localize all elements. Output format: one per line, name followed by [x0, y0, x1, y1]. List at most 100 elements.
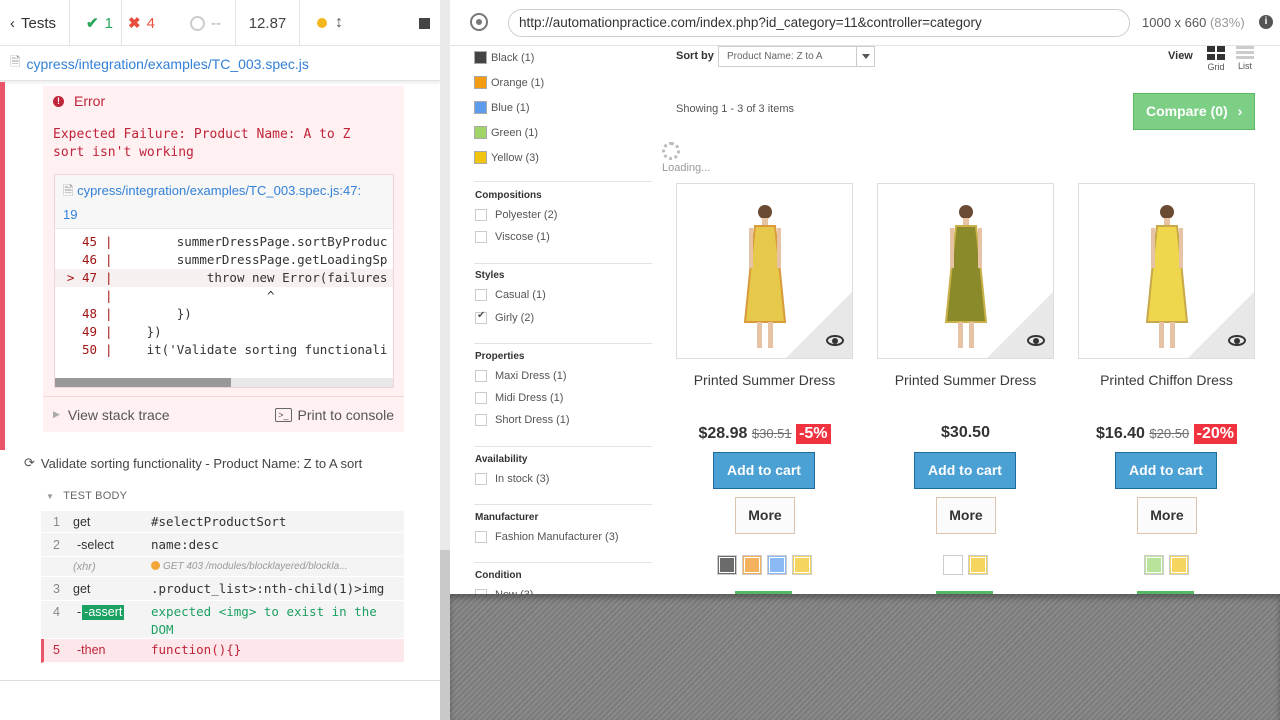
resizer-handle[interactable] — [440, 550, 450, 720]
color-filter-1[interactable]: Orange (1) — [474, 76, 544, 89]
checkbox[interactable] — [475, 370, 487, 382]
code-frame-scrollbar[interactable] — [55, 378, 393, 387]
filter-checkbox-row[interactable]: Viscose (1) — [475, 231, 550, 243]
test-body-header[interactable]: ▼ TEST BODY — [46, 490, 127, 502]
color-option[interactable] — [968, 555, 988, 575]
checkbox[interactable] — [475, 392, 487, 404]
command-message: GET 403 /modules/blocklayered/blockla... — [151, 557, 401, 577]
product-image[interactable] — [1078, 183, 1255, 359]
color-filter-label: Black (1) — [491, 51, 535, 64]
eye-pupil — [1033, 338, 1039, 344]
color-option[interactable] — [1144, 555, 1164, 575]
check-icon: ✔ — [86, 15, 99, 32]
product-price: $28.98 — [698, 425, 748, 442]
scroll-toggle[interactable]: ↕ — [300, 0, 360, 46]
view-list-button[interactable]: List — [1230, 46, 1260, 71]
add-to-cart-button[interactable]: Add to cart — [1115, 452, 1217, 489]
filter-checkbox-row[interactable]: Fashion Manufacturer (3) — [475, 531, 619, 543]
color-option[interactable] — [943, 555, 963, 575]
code-frame-file-link[interactable]: 🗎 cypress/integration/examples/TC_003.sp… — [55, 175, 393, 229]
command-row[interactable]: 3 get .product_list>:nth-child(1)>img — [41, 577, 404, 601]
command-row[interactable]: 2 -select name:desc — [41, 533, 404, 557]
filter-checkbox-row[interactable]: In stock (3) — [475, 473, 549, 485]
view-stack-trace-label: View stack trace — [67, 406, 170, 423]
color-option[interactable] — [792, 555, 812, 575]
failed-count[interactable]: ✖ 4 — [122, 0, 174, 46]
filter-checkbox-row[interactable]: ✔ Girly (2) — [475, 310, 534, 324]
checkbox[interactable] — [475, 531, 487, 543]
selector-playground-icon[interactable] — [470, 13, 488, 31]
checkbox[interactable]: ✔ — [475, 310, 487, 324]
checkbox[interactable] — [475, 414, 487, 426]
code-line: 45 | summerDressPage.sortByProduc — [55, 233, 393, 251]
checkbox[interactable] — [475, 473, 487, 485]
duration: 12.87 — [236, 0, 300, 46]
url-bar[interactable]: http://automationpractice.com/index.php?… — [508, 9, 1130, 37]
code-line-text: ^ — [116, 288, 275, 303]
add-to-cart-button[interactable]: Add to cart — [914, 452, 1016, 489]
more-button[interactable]: More — [936, 497, 996, 534]
more-button[interactable]: More — [1137, 497, 1197, 534]
panel-resizer[interactable] — [440, 0, 450, 720]
filter-checkbox-row[interactable]: Short Dress (1) — [475, 414, 570, 426]
quick-view-eye-icon[interactable] — [1027, 335, 1045, 346]
filter-checkbox-row[interactable]: Casual (1) — [475, 289, 546, 301]
sort-select[interactable]: Product Name: Z to A — [718, 46, 875, 67]
test-title[interactable]: ⟳ Validate sorting functionality - Produ… — [24, 455, 362, 471]
product-name[interactable]: Printed Summer Dress — [676, 372, 853, 388]
product-name[interactable]: Printed Chiffon Dress — [1078, 372, 1255, 388]
file-icon: 🗎 — [10, 53, 21, 69]
info-icon[interactable]: i — [1259, 15, 1273, 29]
filter-option-label: Maxi Dress (1) — [495, 370, 567, 382]
checkbox[interactable] — [475, 209, 487, 221]
color-option[interactable] — [742, 555, 762, 575]
file-icon: 🗎 — [63, 183, 74, 198]
viewport-size: 1000 x 660 (83%) — [1142, 15, 1245, 30]
filter-checkbox-row[interactable]: Midi Dress (1) — [475, 392, 563, 404]
command-list: 1 get #selectProductSort 2 -select name:… — [41, 511, 404, 663]
color-options — [1078, 555, 1255, 575]
color-swatch — [474, 126, 487, 139]
color-filter-0[interactable]: Black (1) — [474, 51, 534, 64]
command-row-xhr[interactable]: (xhr) GET 403 /modules/blocklayered/bloc… — [41, 557, 404, 577]
quick-view-eye-icon[interactable] — [1228, 335, 1246, 346]
filter-divider — [474, 504, 652, 505]
add-to-cart-button[interactable]: Add to cart — [713, 452, 815, 489]
product-name[interactable]: Printed Summer Dress — [877, 372, 1054, 388]
passed-count[interactable]: ✔ 1 — [70, 0, 122, 46]
caret-right-icon: ▶ — [53, 409, 60, 419]
stop-button[interactable] — [360, 0, 440, 46]
color-filter-2[interactable]: Blue (1) — [474, 101, 530, 114]
color-option[interactable] — [767, 555, 787, 575]
filter-checkbox-row[interactable]: Maxi Dress (1) — [475, 370, 567, 382]
view-stack-trace-toggle[interactable]: ▶ View stack trace — [53, 407, 170, 423]
chevron-left-icon: ‹ — [10, 14, 15, 32]
auto-scroll-icon: ↕ — [335, 14, 343, 31]
color-filter-4[interactable]: Yellow (3) — [474, 151, 539, 164]
command-row[interactable]: 1 get #selectProductSort — [41, 511, 404, 533]
command-row-assert[interactable]: 4 - -assert expected <img> to exist in th… — [41, 601, 404, 639]
view-grid-button[interactable]: Grid — [1201, 46, 1231, 72]
checkbox[interactable] — [475, 289, 487, 301]
code-line-gutter: | — [105, 342, 113, 357]
checkbox[interactable] — [475, 231, 487, 243]
compare-button[interactable]: Compare (0) › — [1133, 93, 1255, 130]
print-to-console-button[interactable]: >_ Print to console — [275, 407, 394, 423]
color-option[interactable] — [1169, 555, 1189, 575]
product-image[interactable] — [676, 183, 853, 359]
filter-option-label: Casual (1) — [495, 289, 546, 301]
more-button[interactable]: More — [735, 497, 795, 534]
command-row-failed[interactable]: 5 -then function(){} — [41, 639, 404, 663]
command-number: 2 — [53, 538, 60, 552]
scrollbar-thumb[interactable] — [55, 378, 231, 387]
color-filter-3[interactable]: Green (1) — [474, 126, 538, 139]
product-image[interactable] — [877, 183, 1054, 359]
quick-view-eye-icon[interactable] — [826, 335, 844, 346]
loading-indicator: Loading... — [662, 142, 710, 174]
spec-path[interactable]: 🗎 cypress/integration/examples/TC_003.sp… — [0, 47, 440, 81]
filter-group-title: Styles — [475, 270, 505, 281]
pending-count[interactable]: -- — [174, 0, 236, 46]
filter-checkbox-row[interactable]: Polyester (2) — [475, 209, 557, 221]
tests-back-button[interactable]: ‹ Tests — [0, 0, 70, 46]
color-option[interactable] — [717, 555, 737, 575]
